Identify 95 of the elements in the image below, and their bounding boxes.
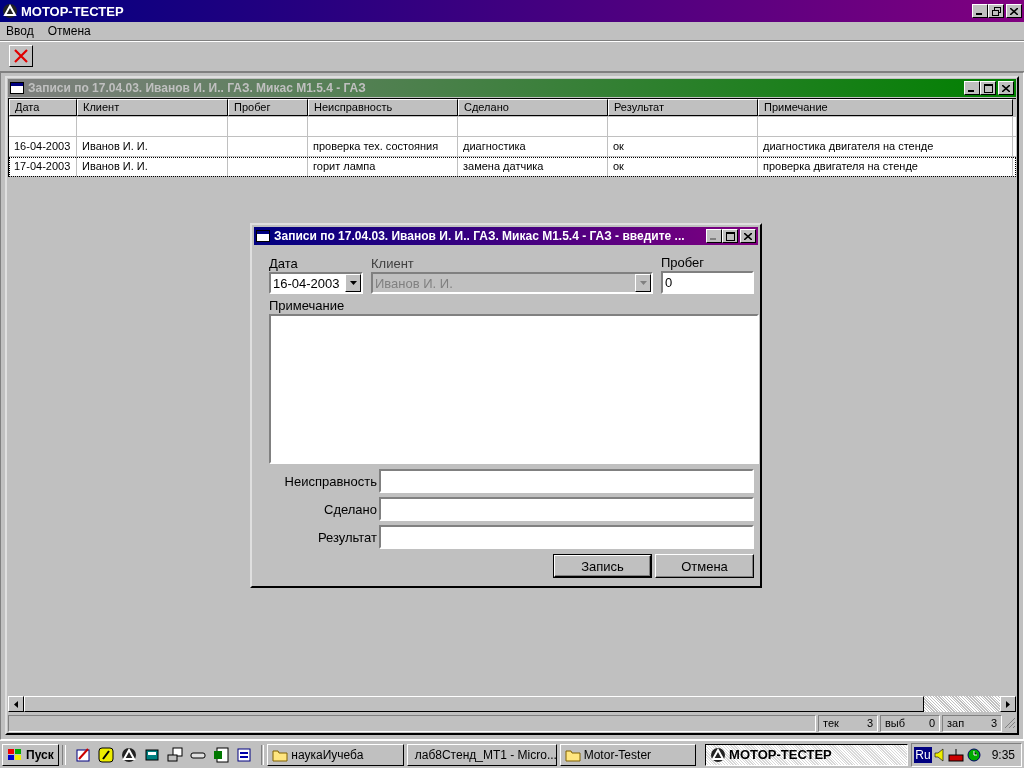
field-label: Примечание [269,298,346,314]
triangle-logo-icon [710,746,727,763]
table-cell: проверка тех. состояния [308,137,458,156]
close-icon [1002,84,1010,92]
dialog-title: Записи по 17.04.03. Иванов И. И.. ГАЗ. Микас М1.5.4 - ГАЗ - введите ... [274,229,686,243]
close-icon [744,232,752,240]
table-cell: Иванов И. И. [77,137,228,156]
scrollbar-thumb[interactable] [24,696,924,712]
spreadsheet-icon[interactable] [212,746,229,763]
field-label: Дата [269,256,299,272]
date-dropdown[interactable]: 16-04-2003 [269,272,363,294]
field-label: Сделано [324,501,377,517]
input-field[interactable] [379,469,754,493]
maximize-button[interactable] [980,81,996,95]
window-title: МОТОР-ТЕСТЕР [21,3,125,19]
cancel-toolbar-button[interactable] [9,45,33,67]
table-cell: ок [608,137,758,156]
table-row[interactable]: 16-04-2003 Иванов И. И. проверка тех. состояния диагностика ок диагностика двигателя на стенде [9,137,1016,157]
input-field[interactable] [379,525,754,549]
column-header[interactable]: Пробег [228,99,308,116]
input-field[interactable] [379,497,754,521]
close-button[interactable] [1006,4,1022,18]
table-cell: горит лампа [308,157,458,176]
minimize-button[interactable] [706,229,722,243]
network-icon[interactable] [947,746,964,763]
dropdown-arrow-icon [349,281,357,285]
field-label: Клиент [371,256,415,272]
scroll-right-button[interactable] [1000,696,1016,712]
sync-icon[interactable] [235,746,252,763]
restore-icon [991,6,1001,16]
language-indicator[interactable]: Ru [914,746,932,763]
mileage-input[interactable]: 0 [661,271,754,294]
restore-button[interactable] [988,4,1004,18]
taskbar-button[interactable]: МОТОР-ТЕСТЕР [705,743,909,766]
status-value: 3 [866,716,873,730]
minimize-button[interactable] [972,4,988,18]
table-row[interactable]: 17-04-2003 Иванов И. И. горит лампа замена датчика ок проверка двигателя на стенде [9,157,1016,177]
windows-flag-icon [7,747,23,762]
maximize-icon [983,83,993,93]
maximize-button[interactable] [722,229,738,243]
field-label: Неисправность [284,473,377,489]
window-icon [256,230,270,242]
table-cell: Иванов И. И. [77,157,228,176]
close-button[interactable] [998,81,1014,95]
column-header[interactable]: Дата [9,99,77,116]
computer-icon[interactable] [166,746,183,763]
speaker-icon[interactable] [933,746,946,763]
status-value: 0 [928,716,935,730]
clock: 9:35 [991,747,1015,762]
field-label: Пробег [661,255,706,271]
taskbar-button[interactable]: наукаИучеба [267,743,404,766]
column-header[interactable]: Примечание [758,99,1013,116]
field-label: Результат [317,529,377,545]
close-icon [1010,7,1018,15]
table-cell: ок [608,157,758,176]
column-header[interactable]: Сделано [458,99,608,116]
dialog-button[interactable]: Отмена [655,554,754,578]
maximize-icon [725,231,735,241]
minimize-button[interactable] [964,81,980,95]
start-button[interactable]: Пуск [2,743,59,766]
pencil-icon[interactable] [74,746,91,763]
table-cell: замена датчика [458,157,608,176]
close-button[interactable] [740,229,756,243]
scheduler-icon[interactable] [965,746,982,763]
calculator-icon[interactable] [143,746,160,763]
table-cell: диагностика [458,137,608,156]
right-arrow-icon [1006,700,1010,708]
folder-icon [272,747,289,762]
table-cell: 17-04-2003 [9,157,77,176]
status-label: выб [885,716,906,730]
menu-item[interactable]: Ввод [6,24,34,38]
status-label: тек [823,716,839,730]
dropdown-arrow-icon [639,281,647,285]
scroll-left-button[interactable] [8,696,24,712]
column-header[interactable]: Клиент [77,99,228,116]
resize-grip-icon [1004,717,1016,729]
left-arrow-icon [14,700,18,708]
table-cell: 16-04-2003 [9,137,77,156]
triangle-logo-icon[interactable] [120,746,137,763]
child-window-title: Записи по 17.04.03. Иванов И. И.. ГАЗ. Микас М1.5.4 - ГАЗ [28,81,367,95]
sign-icon[interactable] [97,746,114,763]
menu-item[interactable]: Отмена [47,24,91,38]
dialog-button[interactable]: Запись [553,554,652,578]
window-icon [10,82,24,94]
taskbar-button[interactable]: Motor-Tester [559,743,697,766]
folder-icon [564,747,581,762]
table-cell: проверка двигателя на стенде [758,157,1013,176]
table-cell: диагностика двигателя на стенде [758,137,1013,156]
cross-icon [13,48,29,64]
column-header[interactable]: Неисправность [308,99,458,116]
status-label: зап [947,716,965,730]
status-value: 3 [990,716,997,730]
taskbar-button[interactable]: лаб8Стенд_МТ1 - Micro... [406,743,557,766]
column-header[interactable]: Результат [608,99,758,116]
triangle-logo-icon [2,3,18,19]
